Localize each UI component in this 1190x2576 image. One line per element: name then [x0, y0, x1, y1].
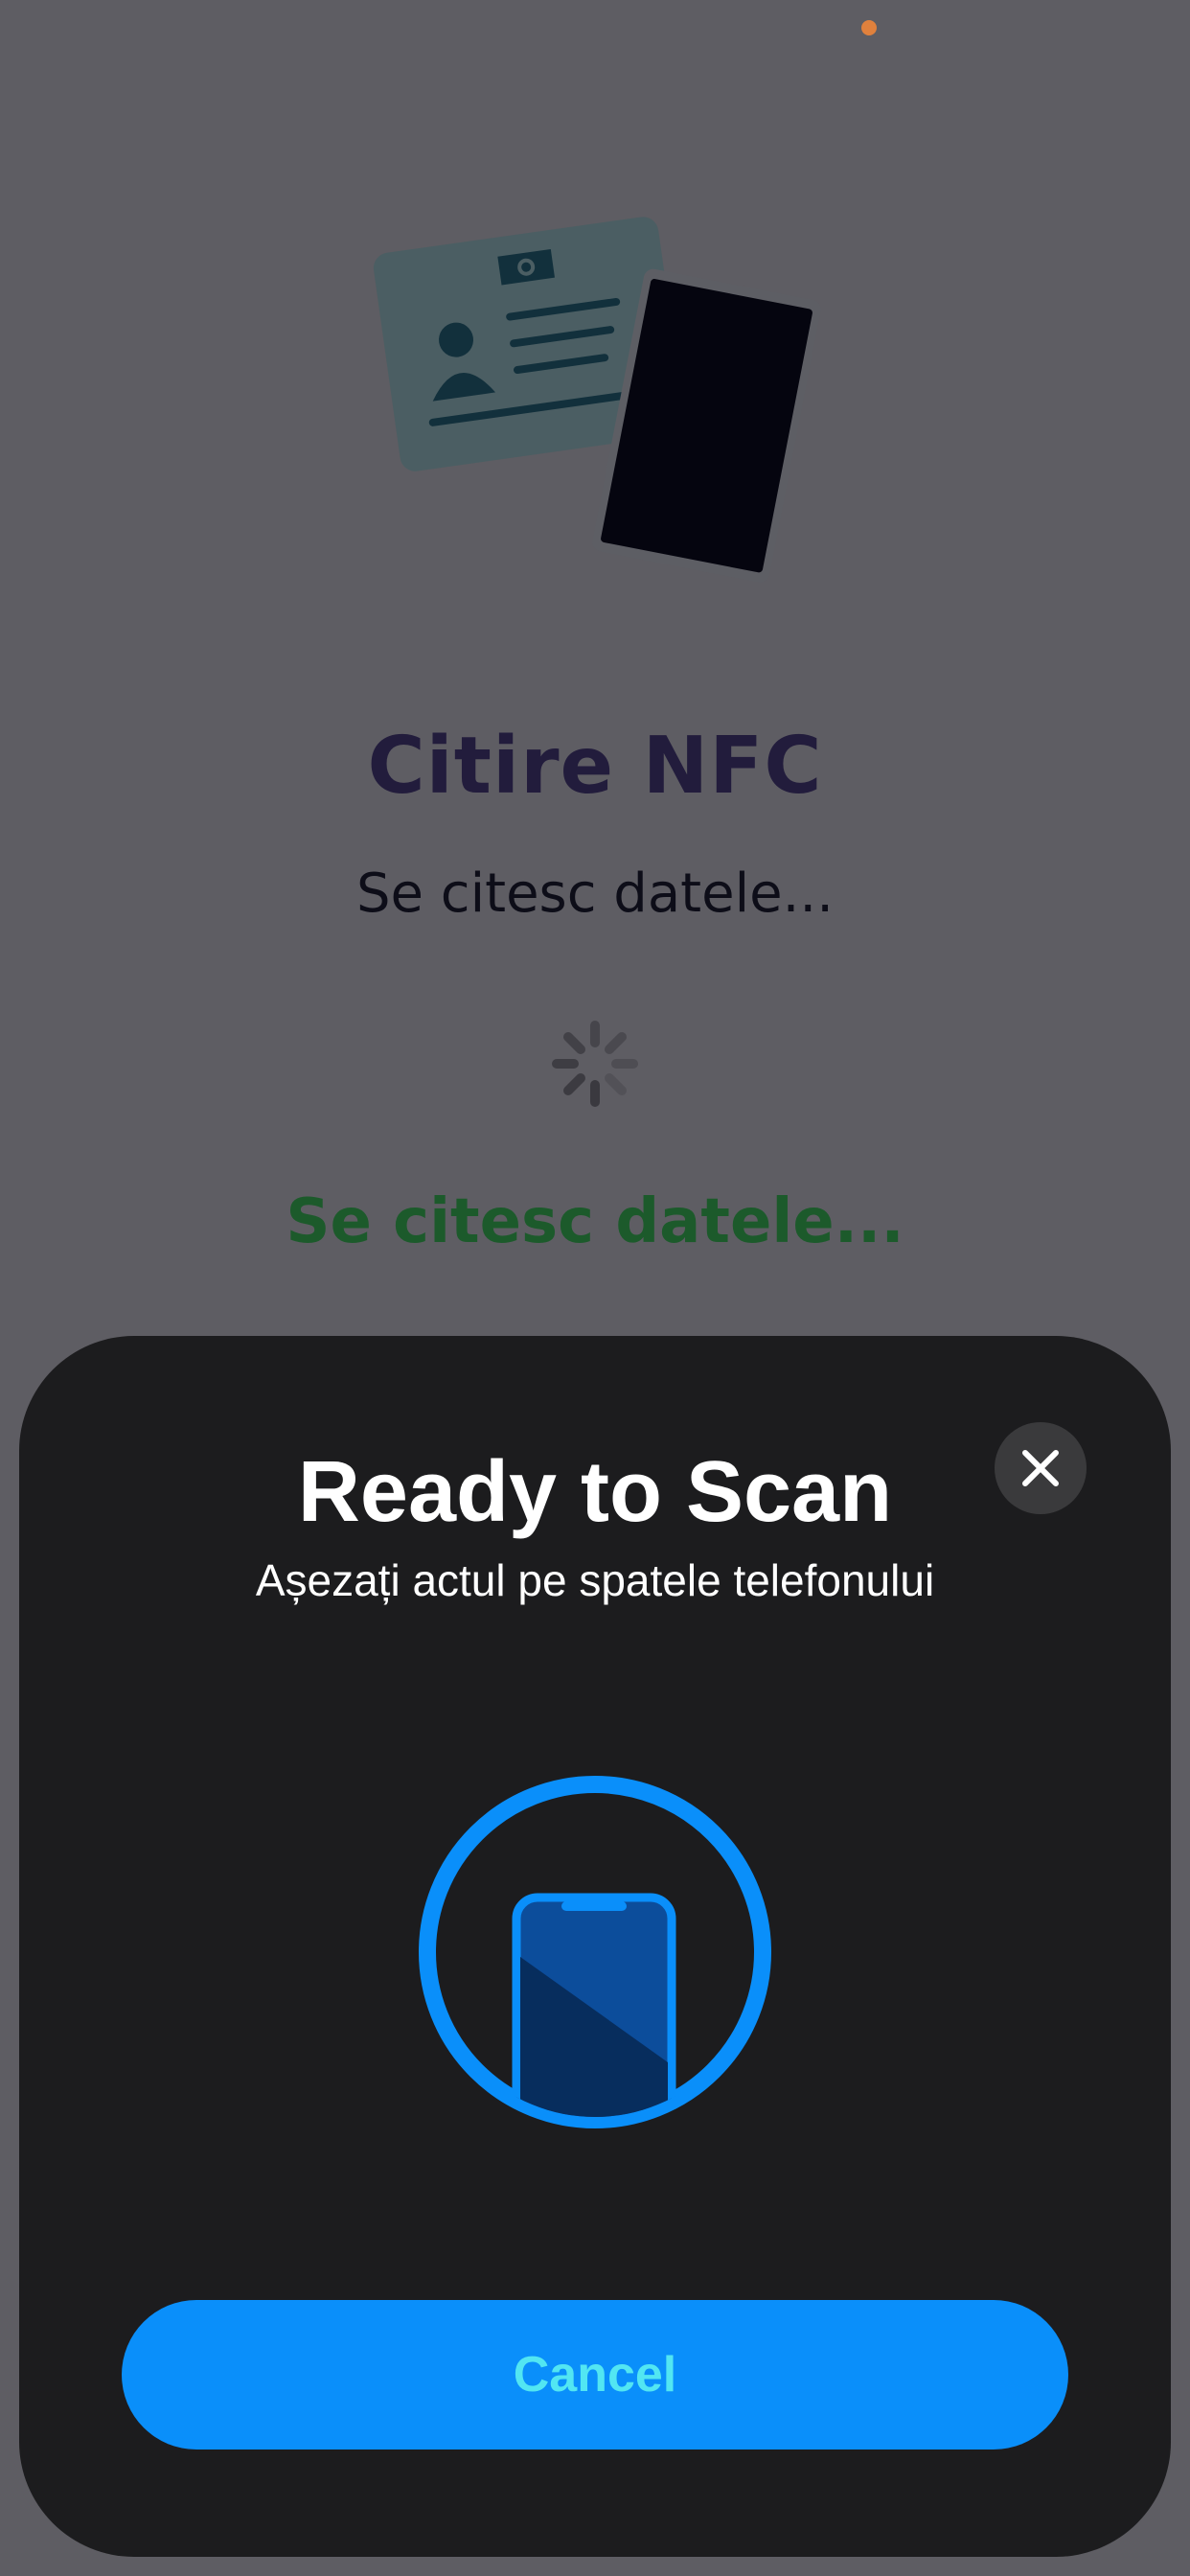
recording-indicator-dot — [861, 20, 877, 35]
loading-spinner-icon — [552, 1021, 638, 1107]
close-icon — [1022, 1450, 1059, 1486]
cancel-button[interactable]: Cancel — [122, 2300, 1068, 2450]
phone-in-circle-icon — [419, 1776, 771, 2128]
page-subtitle: Se citesc datele... — [355, 862, 834, 925]
sheet-message: Așezați actul pe spatele telefonului — [255, 1555, 935, 1605]
nfc-scan-sheet: Ready to Scan Așezați actul pe spatele t… — [19, 1336, 1171, 2557]
cancel-button-label: Cancel — [513, 2347, 677, 2403]
id-card-and-phone-illustration — [373, 217, 821, 583]
close-button[interactable] — [995, 1422, 1087, 1514]
page-title: Citire NFC — [367, 721, 823, 812]
reading-status-text: Se citesc datele... — [286, 1186, 904, 1257]
